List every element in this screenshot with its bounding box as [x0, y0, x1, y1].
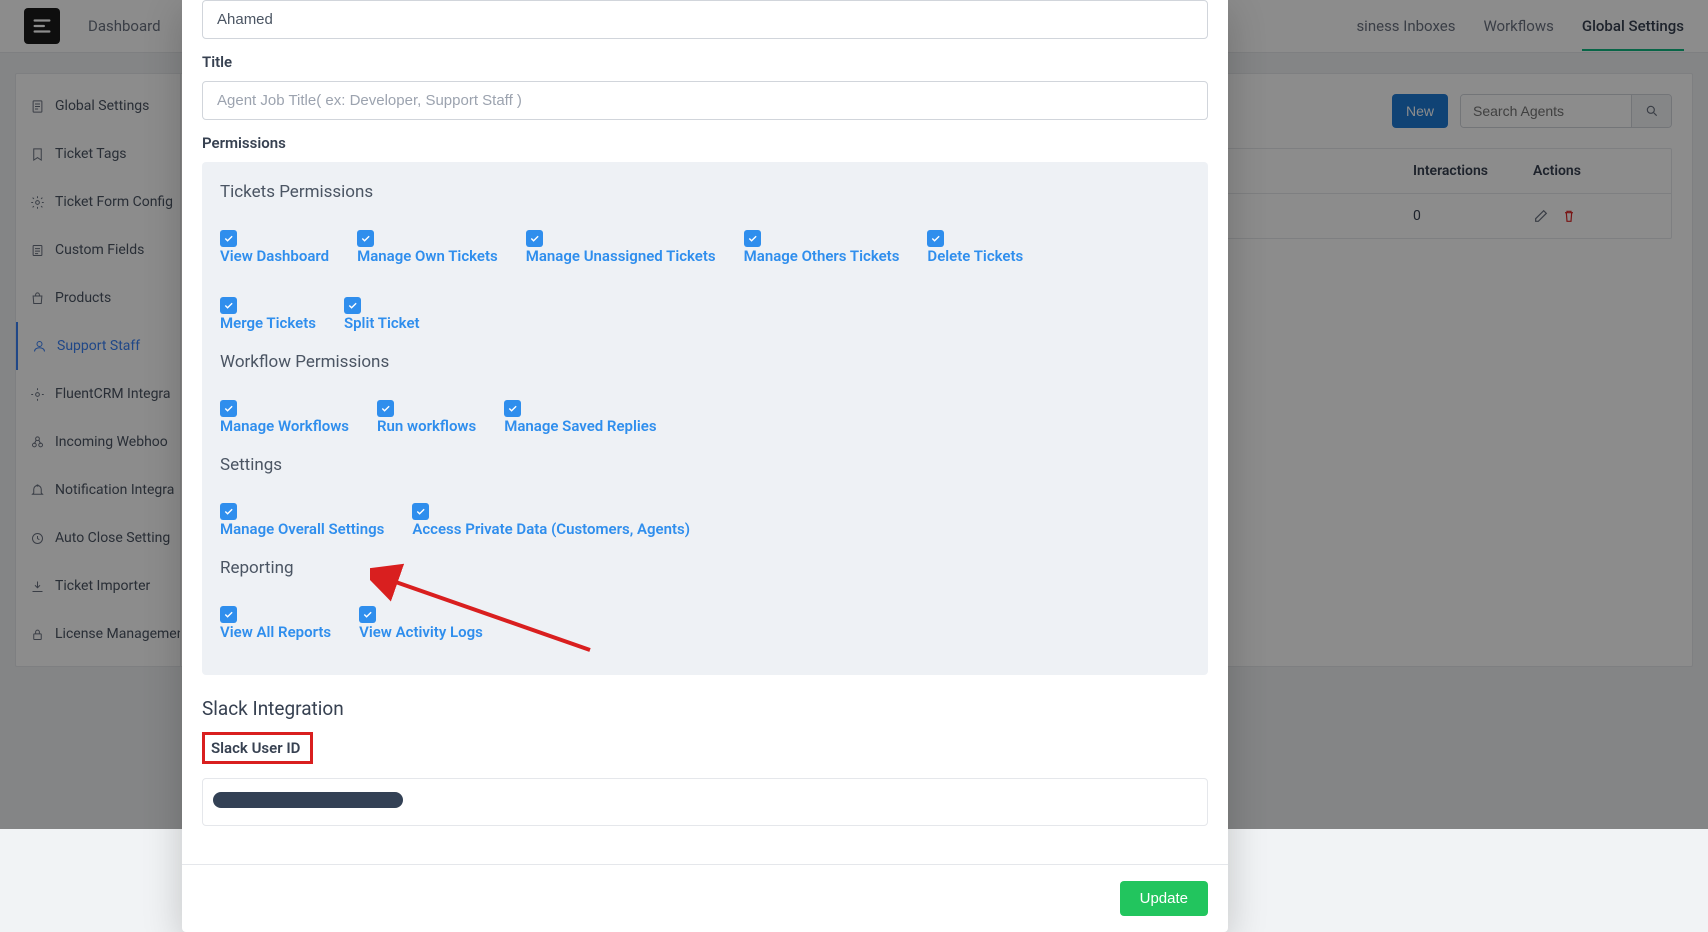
- perm-manage-others[interactable]: Manage Others Tickets: [744, 230, 900, 265]
- title-label: Title: [202, 53, 1208, 71]
- perm-manage-settings[interactable]: Manage Overall Settings: [220, 503, 384, 538]
- perm-access-private[interactable]: Access Private Data (Customers, Agents): [412, 503, 690, 538]
- perm-view-activity[interactable]: View Activity Logs: [359, 606, 483, 641]
- redacted-value: [213, 792, 403, 808]
- perm-manage-workflows[interactable]: Manage Workflows: [220, 400, 349, 435]
- perm-merge-tickets[interactable]: Merge Tickets: [220, 297, 316, 332]
- perm-view-reports[interactable]: View All Reports: [220, 606, 331, 641]
- slack-label-highlight: Slack User ID: [202, 732, 313, 764]
- group-tickets: Tickets Permissions: [220, 182, 1190, 202]
- perm-manage-replies[interactable]: Manage Saved Replies: [504, 400, 656, 435]
- permissions-label: Permissions: [202, 134, 1208, 152]
- group-workflow: Workflow Permissions: [220, 352, 1190, 372]
- permissions-box: Tickets Permissions View Dashboard Manag…: [202, 162, 1208, 675]
- agent-name-input[interactable]: [202, 0, 1208, 39]
- group-reporting: Reporting: [220, 558, 1190, 578]
- perm-manage-unassigned[interactable]: Manage Unassigned Tickets: [526, 230, 716, 265]
- perm-delete-tickets[interactable]: Delete Tickets: [927, 230, 1023, 265]
- slack-heading: Slack Integration: [202, 697, 1208, 720]
- edit-agent-modal: Title Permissions Tickets Permissions Vi…: [182, 0, 1228, 932]
- update-button[interactable]: Update: [1120, 881, 1208, 916]
- slack-user-id-input[interactable]: [202, 778, 1208, 826]
- perm-view-dashboard[interactable]: View Dashboard: [220, 230, 329, 265]
- agent-title-input[interactable]: [202, 81, 1208, 120]
- perm-manage-own[interactable]: Manage Own Tickets: [357, 230, 498, 265]
- group-settings: Settings: [220, 455, 1190, 475]
- perm-split-ticket[interactable]: Split Ticket: [344, 297, 420, 332]
- perm-run-workflows[interactable]: Run workflows: [377, 400, 476, 435]
